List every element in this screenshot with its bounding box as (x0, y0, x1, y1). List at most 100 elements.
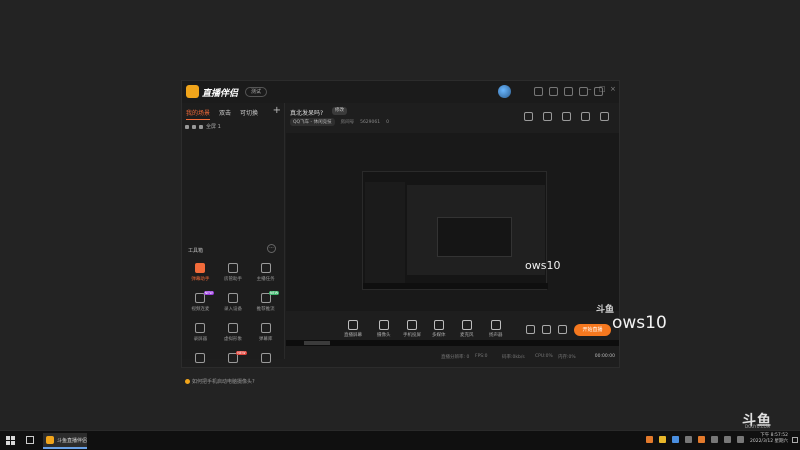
message-icon[interactable] (534, 87, 543, 96)
status-bitrate: 码率:0kb/s (502, 355, 525, 360)
tray-volume-icon[interactable] (685, 436, 692, 443)
minimize-icon[interactable]: – (588, 86, 595, 93)
tool-input-device[interactable]: 录入设备 (217, 293, 250, 317)
room-id: 5629061 (360, 119, 381, 125)
tool-item-11[interactable]: NEW (217, 351, 250, 377)
tray-app-icon[interactable] (646, 436, 653, 443)
tools-more-button[interactable]: ··· (267, 244, 276, 253)
eye-icon[interactable] (542, 325, 551, 334)
eye-icon[interactable] (185, 124, 189, 129)
tool-item-12[interactable] (249, 353, 282, 377)
tray-wifi-icon[interactable] (711, 436, 718, 443)
scene-item[interactable]: 全屏 1 (185, 123, 221, 130)
tool-label: 录屏器 (193, 337, 208, 342)
microphone-icon (461, 320, 472, 330)
toolbar-label: 麦克风 (460, 333, 474, 338)
live-timer: 00:00:00 (594, 354, 615, 359)
edit-room-button[interactable]: 修改 (332, 107, 347, 115)
video-icon[interactable] (526, 325, 535, 334)
app-icon (46, 436, 54, 444)
multimedia-button[interactable]: 多媒体 (432, 320, 446, 338)
notification-icon[interactable] (792, 437, 798, 443)
captured-screen (362, 171, 548, 290)
preview-canvas[interactable] (286, 133, 619, 346)
tool-label: 房管助手 (223, 277, 242, 282)
phone-cast-button[interactable]: 手机投屏 (403, 320, 421, 338)
version-pill[interactable]: 测试 (245, 87, 267, 97)
toolbar-label: 扬声器 (489, 333, 503, 338)
image-icon[interactable] (543, 112, 552, 121)
tool-label: 录入设备 (223, 307, 242, 312)
media-icon (433, 320, 444, 330)
speaker-button[interactable]: 扬声器 (489, 320, 503, 338)
tray-speaker-icon[interactable] (724, 436, 731, 443)
clipboard-icon[interactable] (562, 112, 571, 121)
tool-room-manager[interactable]: 房管助手 (217, 263, 250, 287)
app-name: 直播伴侣 (202, 89, 239, 99)
main-area: 真北发呆吗? 修改 QQ飞车 - 休闲竞技 房间号 5629061 0 直播屏幕… (286, 103, 619, 361)
start-live-button[interactable]: 开始直播 (574, 324, 611, 336)
tool-screen-recorder[interactable]: 录屏器 (184, 323, 217, 347)
tool-recommend-stream[interactable]: NEW 推荐推流 (249, 291, 282, 317)
status-memory: 内存:0% (558, 355, 576, 360)
tab-double-click[interactable]: 双击 (219, 108, 231, 120)
gift-icon[interactable] (524, 112, 533, 121)
phone-icon (407, 320, 417, 330)
camera-button[interactable]: 摄像头 (377, 320, 391, 338)
camera-icon (378, 320, 389, 330)
windows-start-icon[interactable] (6, 436, 15, 445)
avatar[interactable] (498, 85, 511, 98)
tool-grid: 弹幕助手 房管助手 主播任务 NEW 视频连麦 录入设备 NEW 推荐推流 录屏器 … (184, 263, 282, 377)
tab-my-scenes[interactable]: 我的场景 (186, 108, 211, 120)
settings-icon[interactable] (558, 325, 567, 334)
status-bar: 直播分辨率: 0 FPS:0 码率:0kb/s CPU:0% 内存:0% 00:… (286, 353, 619, 361)
tab-switchable[interactable]: 可切换 (240, 108, 258, 120)
monitor-icon (199, 124, 203, 129)
tool-label: 视频连麦 (191, 307, 210, 312)
room-title: 真北发呆吗? (290, 110, 324, 117)
mail-icon[interactable] (549, 87, 558, 96)
calendar-icon[interactable] (564, 87, 573, 96)
task-view-icon[interactable] (26, 436, 34, 444)
taskbar-app[interactable]: 斗鱼直播伴侣 (43, 433, 87, 449)
douyu-watermark-inner: 斗鱼 (596, 305, 615, 315)
help-hint[interactable]: 如何把手机启动电脑摄像头? (185, 378, 255, 385)
task-icon (260, 263, 271, 273)
captured-taskbar (363, 283, 548, 289)
barrage-icon (195, 263, 206, 273)
tool-barrage-assistant[interactable]: 弹幕助手 (184, 263, 217, 287)
tray-network-icon[interactable] (672, 436, 679, 443)
microphone-button[interactable]: 麦克风 (460, 320, 474, 338)
windows-taskbar: 斗鱼直播伴侣 下午 8:57:52 2022/3/12 星期六 (0, 430, 800, 450)
bell-icon[interactable] (581, 112, 590, 121)
tool-host-tasks[interactable]: 主播任务 (249, 263, 282, 287)
toolbar-label: 直播屏幕 (344, 333, 362, 338)
tool-video-link[interactable]: NEW 视频连麦 (184, 291, 217, 317)
library-icon (260, 323, 271, 333)
captured-dialog (437, 217, 512, 257)
maximize-icon[interactable]: □ (599, 86, 606, 93)
tray-folder-icon[interactable] (659, 436, 666, 443)
tool-virtual-avatar[interactable]: 虚拟形象 (217, 323, 250, 347)
lock-icon[interactable] (192, 124, 196, 129)
user-icon (227, 263, 238, 273)
screen-capture-button[interactable]: 直播屏幕 (344, 320, 362, 338)
overlay-text-large: ows10 (612, 313, 667, 333)
captured-left-panel (365, 182, 405, 285)
fans-count: 0 (386, 119, 389, 125)
tool-barrage-library[interactable]: 弹幕库 (249, 323, 282, 347)
add-scene-button[interactable]: + (273, 105, 281, 116)
window-controls: – □ × (588, 86, 617, 93)
room-meta: QQ飞车 - 休闲竞技 房间号 5629061 0 (290, 118, 389, 126)
close-icon[interactable]: × (610, 86, 617, 93)
tray-ime-icon[interactable] (737, 436, 744, 443)
tray-security-icon[interactable] (698, 436, 705, 443)
share-icon[interactable] (600, 112, 609, 121)
tool-label: 虚拟形象 (223, 337, 242, 342)
status-cpu: CPU:0% (535, 354, 553, 359)
category-chip[interactable]: QQ飞车 - 休闲竞技 (290, 118, 335, 126)
shirt-icon[interactable] (579, 87, 588, 96)
tool-item-10[interactable] (184, 353, 217, 377)
system-clock[interactable]: 下午 8:57:52 2022/3/12 星期六 (750, 433, 788, 445)
toolbar-right-icons (526, 325, 567, 334)
